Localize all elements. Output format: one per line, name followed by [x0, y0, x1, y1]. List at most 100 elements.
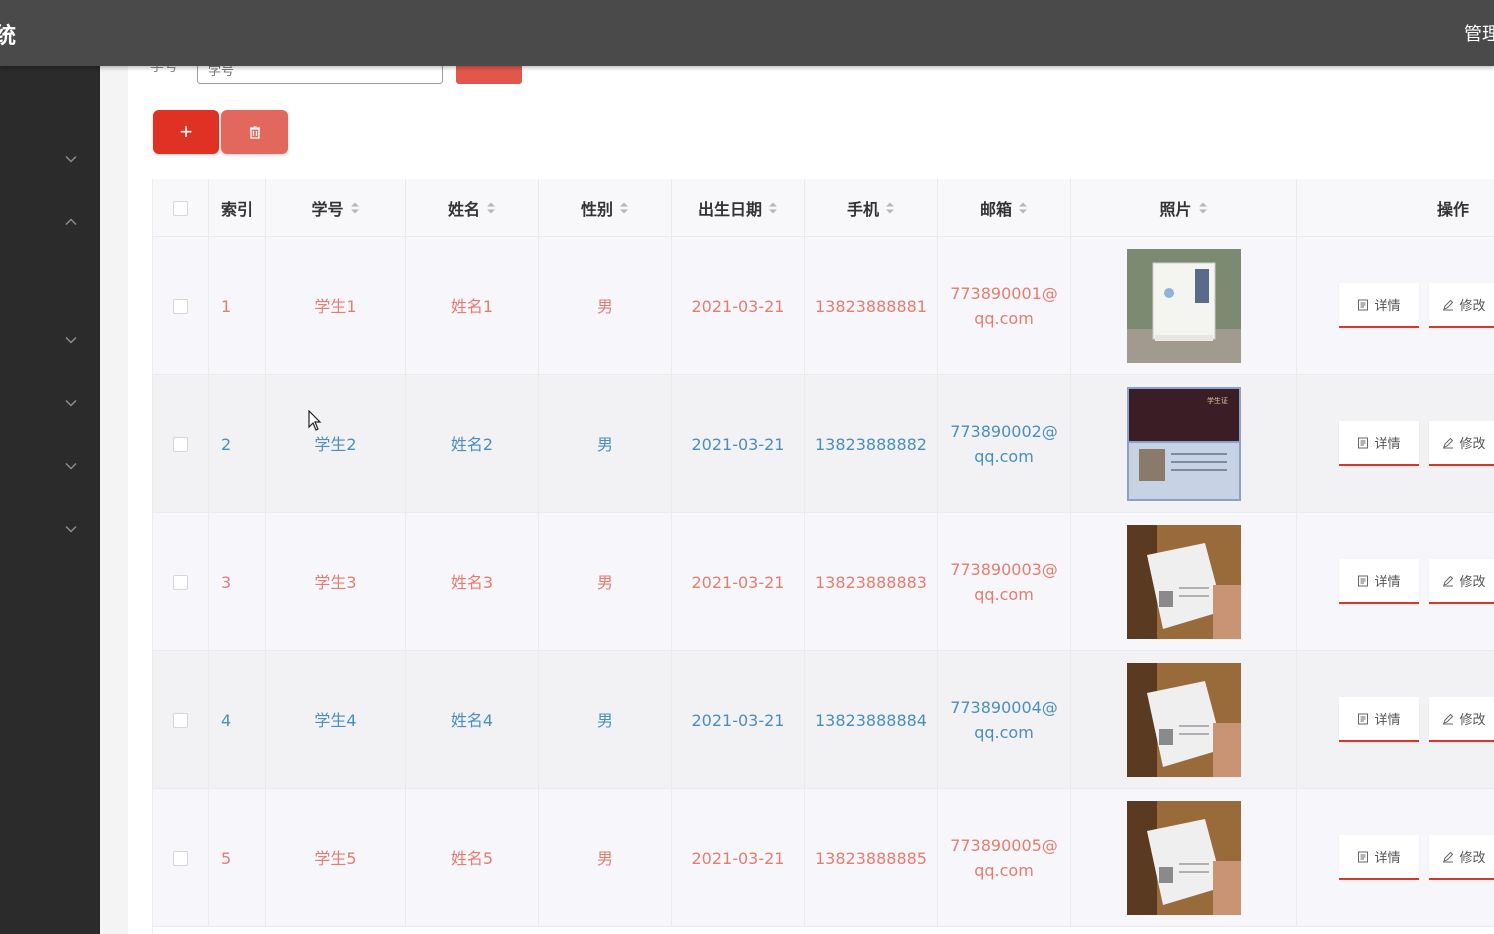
edit-icon	[1443, 437, 1454, 448]
checkbox-cell	[153, 513, 209, 651]
row-index: 1	[221, 296, 232, 316]
select-all-checkbox[interactable]	[173, 200, 188, 216]
actions-cell: 详情 修改	[1297, 651, 1494, 789]
student-name: 姓名3	[450, 572, 494, 592]
detail-label: 详情	[1374, 850, 1401, 865]
sort-icon[interactable]	[768, 201, 778, 215]
row-checkbox[interactable]	[173, 574, 188, 590]
name-cell: 姓名1	[406, 237, 539, 375]
table-header: 索引 学号 姓名 性别 出生日期 手机 邮箱 照片 操作	[153, 179, 1494, 237]
column-header-photo[interactable]: 照片	[1071, 179, 1297, 237]
student-no: 学生5	[314, 848, 357, 868]
table-row[interactable]: 4 学生4 姓名4 男 2021-03-21 13823888884 773890004@ q…	[153, 651, 1494, 789]
phone-cell: 13823888883	[805, 513, 938, 651]
student-email-line2: qq.com	[974, 861, 1034, 880]
student-no: 学生4	[314, 710, 357, 730]
table-row[interactable]: 2 学生2 姓名2 男 2021-03-21 13823888882 773890002@ q…	[153, 375, 1494, 513]
student-birthdate: 2021-03-21	[691, 710, 785, 730]
chevron-down-icon[interactable]	[64, 333, 78, 347]
student-gender: 男	[596, 572, 613, 592]
row-index: 5	[221, 848, 232, 868]
row-checkbox[interactable]	[173, 436, 188, 452]
student-no-cell: 学生4	[266, 651, 406, 789]
sort-icon[interactable]	[1198, 201, 1208, 215]
student-gender: 男	[596, 848, 613, 868]
sort-icon[interactable]	[619, 201, 629, 215]
index-cell: 1	[209, 237, 266, 375]
row-checkbox[interactable]	[173, 298, 188, 314]
detail-button[interactable]: 详情	[1339, 421, 1419, 466]
student-phone: 13823888885	[815, 848, 927, 868]
edit-button[interactable]: 修改	[1429, 421, 1494, 466]
actions-cell: 详情 修改	[1297, 789, 1494, 927]
table-row[interactable]: 3 学生3 姓名3 男 2021-03-21 13823888883 773890003@ q…	[153, 513, 1494, 651]
column-header-student-no[interactable]: 学号	[266, 179, 406, 237]
edit-button[interactable]: 修改	[1429, 697, 1494, 742]
student-email-line1: 773890003@	[950, 560, 1058, 579]
gender-cell: 男	[539, 651, 672, 789]
detail-button[interactable]: 详情	[1339, 697, 1419, 742]
sort-icon[interactable]	[1018, 201, 1028, 215]
edit-button[interactable]: 修改	[1429, 559, 1494, 604]
email-cell: 773890001@ qq.com	[938, 237, 1071, 375]
chevron-down-icon[interactable]	[64, 522, 78, 536]
student-photo[interactable]	[1126, 801, 1241, 915]
student-no-cell: 学生2	[266, 375, 406, 513]
student-photo[interactable]: 学生证	[1126, 387, 1241, 501]
column-header-birthdate[interactable]: 出生日期	[672, 179, 805, 237]
edit-button[interactable]: 修改	[1429, 835, 1494, 880]
student-photo[interactable]	[1126, 525, 1241, 639]
phone-cell: 13823888882	[805, 375, 938, 513]
table-row[interactable]: 1 学生1 姓名1 男 2021-03-21 13823888881 773890001@ q…	[153, 237, 1494, 375]
document-icon	[1358, 713, 1369, 724]
student-name: 姓名1	[450, 296, 494, 316]
row-checkbox[interactable]	[173, 850, 188, 866]
sort-icon[interactable]	[350, 201, 360, 215]
table-row[interactable]: 5 学生5 姓名5 男 2021-03-21 13823888885 773890005@ q…	[153, 789, 1494, 927]
student-email-line1: 773890002@	[950, 422, 1058, 441]
detail-button[interactable]: 详情	[1339, 283, 1419, 328]
student-birthdate: 2021-03-21	[691, 572, 785, 592]
name-cell: 姓名5	[406, 789, 539, 927]
student-photo[interactable]	[1126, 249, 1241, 363]
edit-label: 修改	[1459, 574, 1486, 589]
gender-cell: 男	[539, 375, 672, 513]
sort-icon[interactable]	[885, 201, 895, 215]
checkbox-cell	[153, 237, 209, 375]
gender-cell: 男	[539, 789, 672, 927]
column-label: 操作	[1436, 200, 1469, 219]
edit-label: 修改	[1459, 850, 1486, 865]
column-label: 性别	[580, 200, 613, 219]
name-cell: 姓名3	[406, 513, 539, 651]
column-label: 索引	[220, 200, 253, 219]
column-header-gender[interactable]: 性别	[539, 179, 672, 237]
row-checkbox[interactable]	[173, 712, 188, 728]
checkbox-cell	[153, 651, 209, 789]
delete-button[interactable]	[221, 110, 288, 154]
admin-menu[interactable]: 管理	[1464, 20, 1494, 46]
birthdate-cell: 2021-03-21	[672, 651, 805, 789]
column-header-phone[interactable]: 手机	[805, 179, 938, 237]
student-birthdate: 2021-03-21	[691, 296, 785, 316]
chevron-up-icon[interactable]	[64, 215, 78, 229]
detail-button[interactable]: 详情	[1339, 835, 1419, 880]
student-photo[interactable]	[1126, 663, 1241, 777]
student-email-line1: 773890004@	[950, 698, 1058, 717]
chevron-down-icon[interactable]	[64, 152, 78, 166]
chevron-down-icon[interactable]	[64, 396, 78, 410]
document-icon	[1358, 851, 1369, 862]
svg-text:学生证: 学生证	[1207, 396, 1228, 405]
student-no: 学生1	[314, 296, 357, 316]
student-name: 姓名2	[450, 434, 494, 454]
add-button[interactable]: +	[153, 110, 219, 154]
detail-button[interactable]: 详情	[1339, 559, 1419, 604]
sort-icon[interactable]	[486, 201, 496, 215]
checkbox-cell	[153, 789, 209, 927]
detail-label: 详情	[1374, 298, 1401, 313]
column-label: 学号	[311, 200, 344, 219]
column-header-name[interactable]: 姓名	[406, 179, 539, 237]
edit-button[interactable]: 修改	[1429, 283, 1494, 328]
chevron-down-icon[interactable]	[64, 459, 78, 473]
photo-cell	[1071, 651, 1297, 789]
column-header-email[interactable]: 邮箱	[938, 179, 1071, 237]
